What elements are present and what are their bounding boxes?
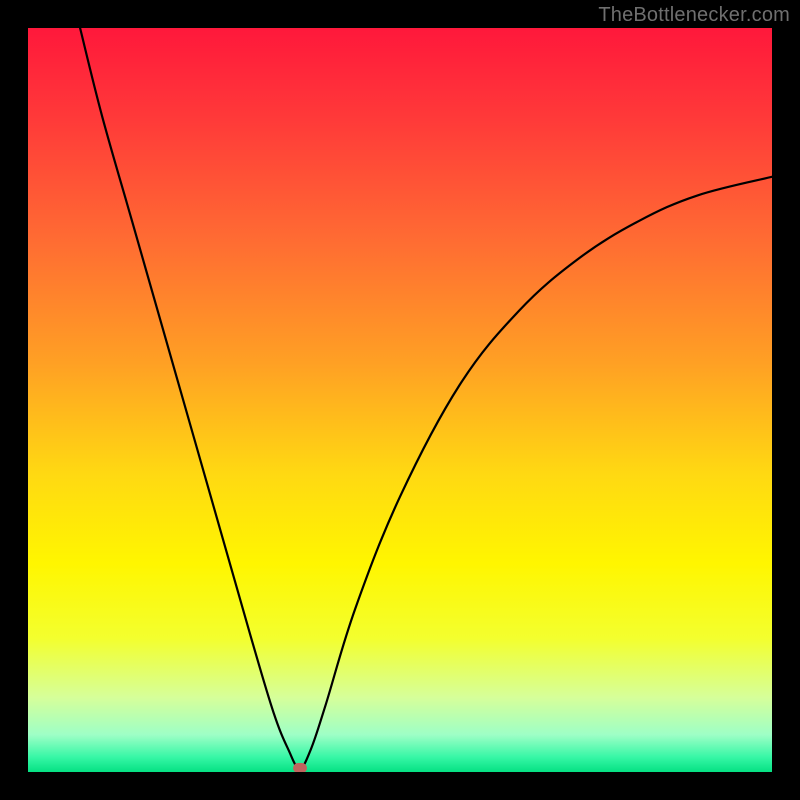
plot-area <box>28 28 772 772</box>
optimal-point-marker <box>293 763 307 772</box>
curve-layer <box>28 28 772 772</box>
chart-frame: TheBottlenecker.com <box>0 0 800 800</box>
bottleneck-curve-path <box>80 28 772 768</box>
watermark-text: TheBottlenecker.com <box>598 4 790 27</box>
